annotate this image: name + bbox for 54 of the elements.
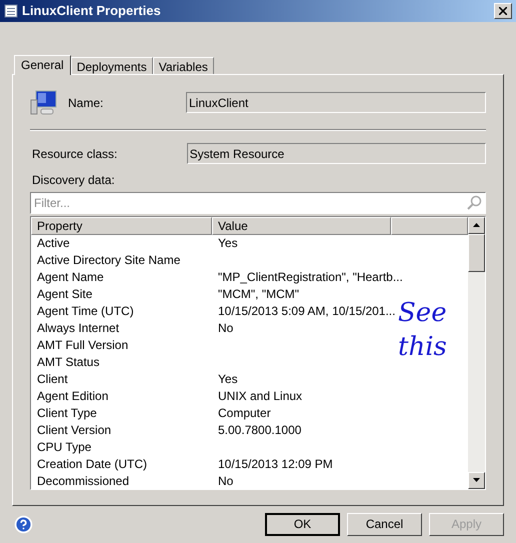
cancel-button[interactable]: Cancel (347, 512, 422, 536)
value-cell-text: 5.00.7800.1000 (217, 422, 302, 439)
property-cell-text: Creation Date (UTC) (36, 456, 148, 473)
value-cell-text: 10/15/2013 5:09 AM, 10/15/201... (217, 302, 396, 320)
search-icon (466, 194, 482, 211)
filter-field[interactable]: Filter... (30, 192, 486, 214)
resource-class-field[interactable]: System Resource (186, 143, 486, 164)
property-cell-text: Agent Name (36, 268, 105, 286)
down-arrow-icon (473, 478, 480, 482)
property-cell-text: Decommissioned (36, 472, 130, 489)
column-header[interactable]: Property (31, 216, 212, 235)
value-cell-text: "MP_ClientRegistration", "Heartb... (217, 268, 403, 286)
window-icon (4, 4, 18, 18)
property-cell-text: Active Directory Site Name (36, 252, 182, 269)
help-icon (14, 514, 33, 534)
property-cell-text: Client Version (36, 422, 112, 439)
up-arrow-icon (473, 223, 480, 228)
name-field[interactable]: LinuxClient (186, 92, 486, 114)
name-label: Name: (68, 94, 104, 112)
value-cell-text: Yes (217, 370, 238, 388)
column-header[interactable] (391, 216, 468, 235)
value-cell-text: 10/15/2013 12:09 PM (217, 456, 333, 473)
close-button[interactable] (494, 2, 512, 19)
property-cell-text: CPU Type (36, 438, 92, 456)
tab[interactable]: Variables (152, 56, 214, 74)
value-cell-text: UNIX and Linux (217, 388, 302, 405)
scroll-up-button[interactable] (468, 216, 485, 234)
property-cell-text: AMT Status (36, 354, 100, 371)
property-cell-text: Agent Edition (36, 388, 110, 405)
value-cell-text: Yes (217, 234, 238, 252)
window-title: LinuxClient Properties (22, 2, 162, 20)
computer-icon (30, 90, 58, 116)
property-cell-text: Agent Site (36, 286, 94, 303)
column-header[interactable]: Value (212, 216, 391, 235)
value-cell-text: "MCM", "MCM" (217, 286, 300, 303)
property-cell-text: Client (36, 370, 69, 388)
scroll-thumb[interactable] (468, 234, 485, 272)
value-cell-text: No (217, 472, 234, 489)
resource-class-label: Resource class: (31, 146, 118, 163)
scrollbar[interactable] (468, 216, 485, 489)
discovery-data-label: Discovery data: (31, 172, 116, 189)
close-icon (499, 6, 507, 15)
property-cell-text: AMT Full Version (36, 336, 130, 354)
value-cell-text: Computer (217, 404, 271, 422)
tab[interactable]: Deployments (70, 56, 153, 74)
tab[interactable]: General (14, 54, 71, 75)
ok-button[interactable]: OK (265, 512, 340, 536)
scroll-down-button[interactable] (468, 472, 485, 489)
property-cell-text: Active (36, 234, 71, 252)
handwritten-note: See this (398, 297, 448, 364)
property-cell-text: Client Type (36, 404, 98, 422)
property-cell-text: Agent Time (UTC) (36, 302, 135, 320)
property-cell-text: Always Internet (36, 320, 120, 337)
value-cell-text: No (217, 320, 234, 337)
